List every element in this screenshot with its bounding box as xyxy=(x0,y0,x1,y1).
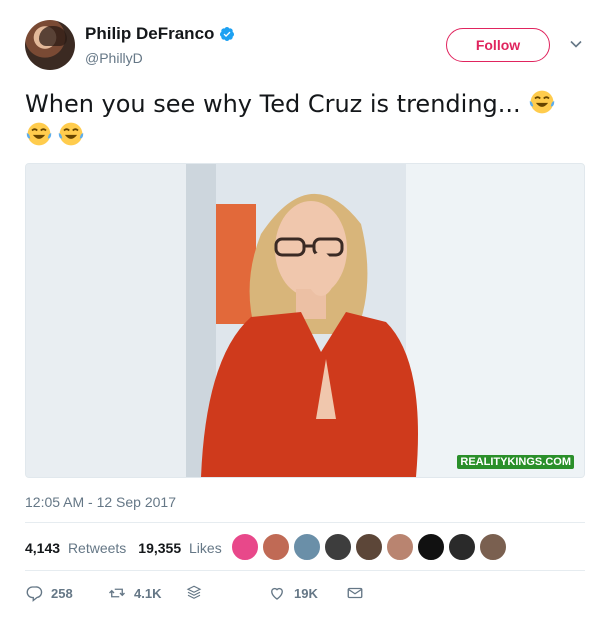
tweet-stats: 4,143 Retweets 19,355 Likes xyxy=(25,538,234,558)
likes-count: 19,355 xyxy=(138,540,182,556)
envelope-icon xyxy=(347,587,363,599)
liker-avatar[interactable] xyxy=(262,533,290,561)
liker-avatar[interactable] xyxy=(448,533,476,561)
media-illustration xyxy=(26,164,584,477)
tweet-text: When you see why Ted Cruz is trending... xyxy=(25,88,585,152)
tears-of-joy-emoji-icon xyxy=(58,122,84,146)
likes-label: Likes xyxy=(189,540,222,556)
liker-avatars xyxy=(231,533,507,561)
tears-of-joy-emoji-icon xyxy=(26,122,52,146)
author-display-name[interactable]: Philip DeFranco xyxy=(85,24,214,44)
likes-stat[interactable]: 19,355 Likes xyxy=(138,540,221,556)
layers-icon xyxy=(186,585,202,599)
author-handle[interactable]: @PhillyD xyxy=(85,50,143,66)
liker-avatar[interactable] xyxy=(293,533,321,561)
tweet-timestamp[interactable]: 12:05 AM - 12 Sep 2017 xyxy=(25,494,176,510)
author-name-row[interactable]: Philip DeFranco xyxy=(85,24,235,44)
retweets-stat[interactable]: 4,143 Retweets xyxy=(25,540,126,556)
liker-avatar[interactable] xyxy=(231,533,259,561)
divider xyxy=(25,522,585,523)
retweets-count: 4,143 xyxy=(25,540,61,556)
direct-message-action[interactable] xyxy=(185,584,203,602)
retweet-count: 4.1K xyxy=(134,585,162,601)
tweet-media-image[interactable]: REALITYKINGS.COM xyxy=(25,163,585,478)
heart-icon xyxy=(271,587,283,600)
liker-avatar[interactable] xyxy=(479,533,507,561)
liker-avatar[interactable] xyxy=(355,533,383,561)
verified-badge-icon xyxy=(220,27,235,41)
liker-avatar[interactable] xyxy=(386,533,414,561)
follow-button[interactable]: Follow xyxy=(446,28,550,62)
like-count: 19K xyxy=(294,585,318,601)
liker-avatar[interactable] xyxy=(324,533,352,561)
retweets-label: Retweets xyxy=(67,540,127,556)
reply-action[interactable]: 258 xyxy=(25,584,73,602)
chevron-down-icon[interactable] xyxy=(566,34,586,54)
retweet-action[interactable]: 4.1K xyxy=(108,584,161,602)
reply-icon xyxy=(26,586,43,602)
reply-count: 258 xyxy=(51,585,73,601)
liker-avatar[interactable] xyxy=(417,533,445,561)
media-watermark: REALITYKINGS.COM xyxy=(457,455,574,469)
like-action[interactable]: 19K xyxy=(268,584,318,602)
tears-of-joy-emoji-icon xyxy=(530,90,555,114)
tweet-header: Philip DeFranco @PhillyD Follow xyxy=(25,20,590,76)
share-action[interactable] xyxy=(346,584,364,602)
author-avatar[interactable] xyxy=(25,20,75,70)
divider xyxy=(25,570,585,571)
tweet-text-body: When you see why Ted Cruz is trending... xyxy=(25,90,521,118)
tweet-actions: 258 4.1K 19K xyxy=(25,584,585,608)
retweet-icon xyxy=(109,588,125,598)
